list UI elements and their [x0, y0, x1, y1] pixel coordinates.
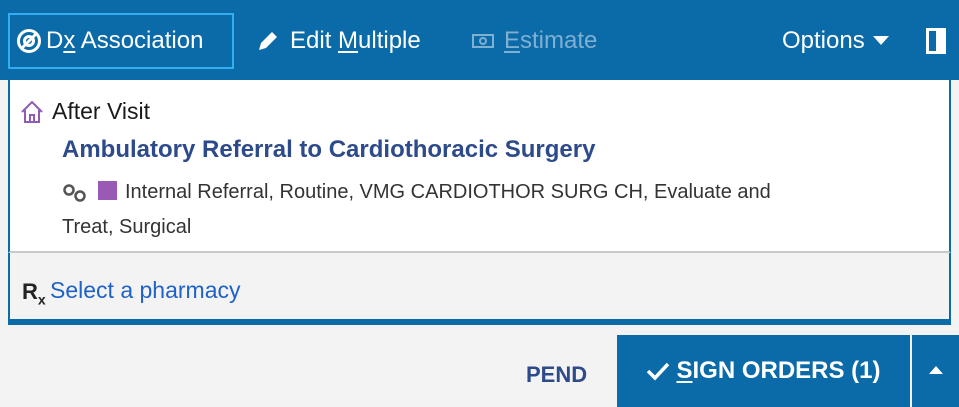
pharmacy-row: Rx Select a pharmacy	[8, 253, 951, 325]
order-name-link[interactable]: Ambulatory Referral to Cardiothoracic Su…	[62, 136, 595, 164]
select-pharmacy-link[interactable]: Select a pharmacy	[50, 277, 240, 304]
toolbar: Dx Association Edit Multiple Estimate Op…	[0, 0, 959, 80]
checkmark-icon	[647, 362, 670, 381]
sign-orders-button[interactable]: SIGN ORDERS (1)	[617, 335, 910, 407]
edit-multiple-label: Edit Multiple	[290, 27, 421, 54]
order-detail: Internal Referral, Routine, VMG CARDIOTH…	[62, 175, 822, 245]
dx-association-button[interactable]: Dx Association	[8, 13, 234, 69]
options-menu-button[interactable]: Options	[782, 14, 889, 68]
estimate-label: Estimate	[504, 27, 598, 54]
edit-multiple-button[interactable]: Edit Multiple	[256, 14, 421, 68]
estimate-icon	[472, 34, 494, 48]
caret-down-icon	[872, 36, 889, 45]
order-panel: After Visit Ambulatory Referral to Cardi…	[8, 80, 951, 253]
toggle-panel-icon[interactable]	[926, 28, 946, 54]
pencil-icon	[259, 32, 277, 50]
order-color-swatch	[98, 181, 117, 201]
section-title: After Visit	[52, 98, 150, 124]
estimate-button: Estimate	[472, 14, 597, 68]
sign-orders-menu-button[interactable]	[912, 335, 959, 407]
options-label: Options	[782, 27, 865, 54]
linked-order-icon	[63, 183, 86, 202]
dx-association-label: Dx Association	[46, 27, 204, 54]
section-header: After Visit	[20, 98, 150, 125]
home-icon	[21, 100, 43, 123]
order-detail-text: Internal Referral, Routine, VMG CARDIOTH…	[62, 181, 771, 238]
sign-orders-label: SIGN ORDERS (1)	[676, 357, 881, 384]
rx-icon: Rx	[22, 279, 46, 308]
pend-button[interactable]: PEND	[526, 362, 587, 388]
dx-association-icon	[17, 29, 41, 53]
